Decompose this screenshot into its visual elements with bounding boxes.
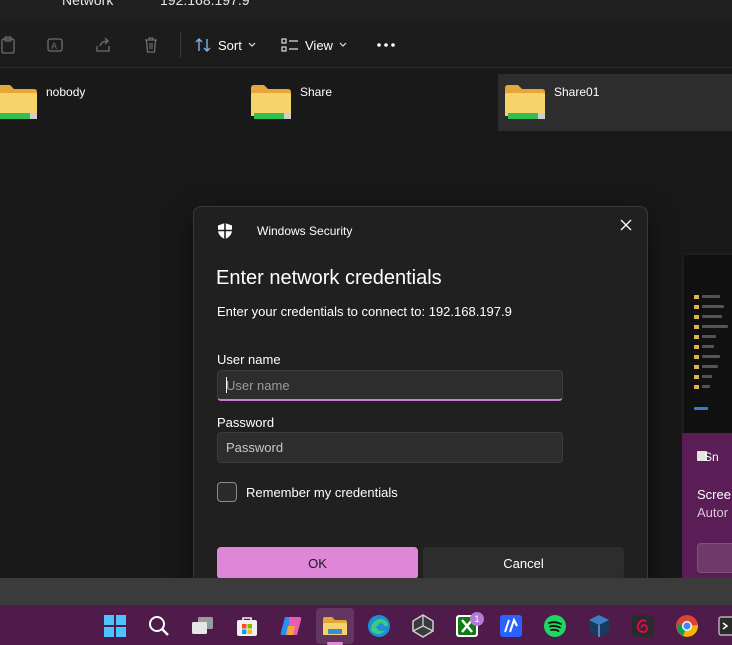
preview-thumbnail — [684, 255, 732, 433]
dialog-heading: Enter network credentials — [216, 267, 442, 289]
search-icon[interactable] — [146, 613, 172, 639]
code-icon[interactable] — [498, 613, 524, 639]
folder-item-selected[interactable]: Share01 — [498, 74, 732, 131]
explorer-status-area — [0, 578, 732, 605]
delete-button[interactable] — [143, 32, 159, 58]
breadcrumb-network[interactable]: Network — [62, 0, 113, 8]
paste-button[interactable] — [0, 32, 16, 58]
folder-item[interactable]: Share — [250, 74, 370, 126]
notification-title: Scree — [697, 487, 731, 502]
notification-body: Autor — [697, 505, 729, 520]
file-explorer-icon[interactable] — [322, 613, 348, 639]
username-input[interactable] — [217, 370, 563, 401]
notification-app-name: Sn — [704, 450, 719, 464]
folder-name: nobody — [46, 85, 86, 99]
copilot-icon[interactable] — [278, 613, 304, 639]
chrome-icon[interactable] — [674, 613, 700, 639]
paste-icon — [1, 36, 15, 54]
notification-action-button[interactable] — [697, 543, 732, 573]
more-options-button[interactable] — [376, 32, 396, 58]
sort-icon — [195, 38, 211, 52]
remember-label: Remember my credentials — [246, 484, 398, 500]
more-icon — [377, 43, 395, 47]
folder-icon — [0, 82, 38, 120]
remember-credentials-row[interactable]: Remember my credentials — [217, 482, 398, 502]
close-icon — [620, 219, 632, 231]
folder-icon — [250, 82, 292, 120]
close-button[interactable] — [616, 215, 636, 235]
windows-start-icon[interactable] — [102, 613, 128, 639]
password-input[interactable] — [217, 432, 563, 463]
taskbar — [0, 605, 732, 645]
edge-icon[interactable] — [366, 613, 392, 639]
folder-name: Share — [300, 85, 333, 99]
sort-button[interactable]: Sort — [194, 32, 256, 58]
unity-icon[interactable] — [410, 613, 436, 639]
text-caret — [226, 377, 227, 393]
breadcrumb-host[interactable]: 192.168.197.9 — [160, 0, 250, 8]
svg-text:A: A — [51, 41, 57, 51]
spotify-icon[interactable] — [542, 613, 568, 639]
windows-security-dialog: Windows Security Enter network credentia… — [193, 206, 648, 602]
address-bar-area: Network 192.168.197.9 — [0, 0, 732, 20]
snipping-tool-preview[interactable]: Sn Scree Autor — [682, 253, 732, 589]
microsoft-store-icon[interactable] — [234, 613, 260, 639]
trash-icon — [145, 37, 157, 53]
rename-icon: A — [47, 38, 63, 52]
task-view-icon[interactable] — [190, 613, 216, 639]
ok-button[interactable]: OK — [217, 547, 418, 579]
share-button[interactable] — [95, 32, 113, 58]
debian-icon[interactable] — [630, 613, 656, 639]
terminal-icon[interactable] — [716, 613, 732, 639]
share-icon — [96, 37, 110, 52]
folder-item[interactable]: nobody — [0, 74, 116, 126]
toolbar-divider — [180, 32, 181, 58]
explorer-toolbar: A Sort View — [0, 20, 732, 68]
username-label: User name — [217, 352, 281, 367]
xbox-notification-badge: 1 — [470, 612, 484, 626]
chevron-down-icon — [248, 42, 256, 47]
folder-icon — [504, 82, 546, 120]
sort-label: Sort — [218, 37, 242, 53]
chevron-down-icon — [339, 42, 347, 47]
rename-button[interactable]: A — [47, 32, 65, 58]
view-label: View — [305, 37, 333, 53]
shield-icon — [216, 222, 234, 245]
virtualbox-icon[interactable] — [586, 613, 612, 639]
view-button[interactable]: View — [281, 32, 347, 58]
folder-name: Share01 — [554, 85, 600, 99]
remember-checkbox[interactable] — [217, 482, 237, 502]
password-label: Password — [217, 415, 275, 430]
view-icon — [281, 38, 298, 52]
dialog-subtitle: Enter your credentials to connect to: 19… — [217, 304, 512, 319]
dialog-app-title: Windows Security — [257, 224, 353, 238]
cancel-button[interactable]: Cancel — [423, 547, 624, 579]
